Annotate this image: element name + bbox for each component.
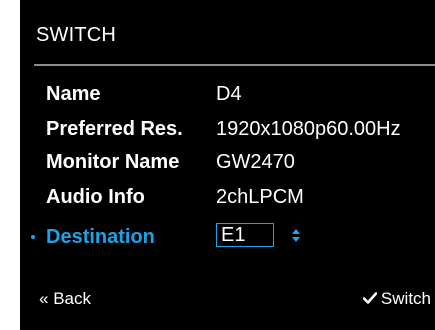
decrement-arrow-icon[interactable] bbox=[292, 237, 300, 242]
destination-select-value: E1 bbox=[221, 224, 246, 246]
field-row-monitor-name: Monitor Name GW2470 bbox=[46, 147, 435, 177]
field-row-preferred-res: Preferred Res. 1920x1080p60.00Hz bbox=[46, 114, 435, 144]
field-row-destination[interactable]: Destination E1 bbox=[46, 222, 435, 252]
monitor-name-value: GW2470 bbox=[216, 151, 295, 173]
switch-button[interactable]: Switch bbox=[362, 287, 431, 311]
double-chevron-left-icon: « bbox=[39, 289, 49, 308]
audio-info-value: 2chLPCM bbox=[216, 186, 304, 208]
back-button[interactable]: « Back bbox=[39, 287, 91, 311]
preferred-res-label: Preferred Res. bbox=[46, 118, 183, 140]
title-divider bbox=[34, 64, 435, 66]
selection-dot-icon bbox=[31, 235, 35, 239]
destination-label: Destination bbox=[46, 226, 155, 248]
field-row-name: Name D4 bbox=[46, 79, 435, 109]
monitor-name-label: Monitor Name bbox=[46, 151, 180, 173]
switch-label: Switch bbox=[380, 289, 431, 308]
field-row-audio-info: Audio Info 2chLPCM bbox=[46, 182, 435, 212]
up-down-stepper-icon[interactable] bbox=[292, 228, 302, 244]
back-label: Back bbox=[53, 289, 91, 308]
increment-arrow-icon[interactable] bbox=[292, 229, 300, 234]
panel-title: SWITCH bbox=[36, 24, 117, 46]
check-icon bbox=[362, 291, 377, 304]
switch-panel: SWITCH Name D4 Preferred Res. 1920x1080p… bbox=[20, 0, 435, 330]
destination-select[interactable]: E1 bbox=[216, 223, 274, 247]
preferred-res-value: 1920x1080p60.00Hz bbox=[216, 118, 401, 140]
name-label: Name bbox=[46, 83, 101, 105]
audio-info-label: Audio Info bbox=[46, 186, 145, 208]
name-value: D4 bbox=[216, 83, 242, 105]
